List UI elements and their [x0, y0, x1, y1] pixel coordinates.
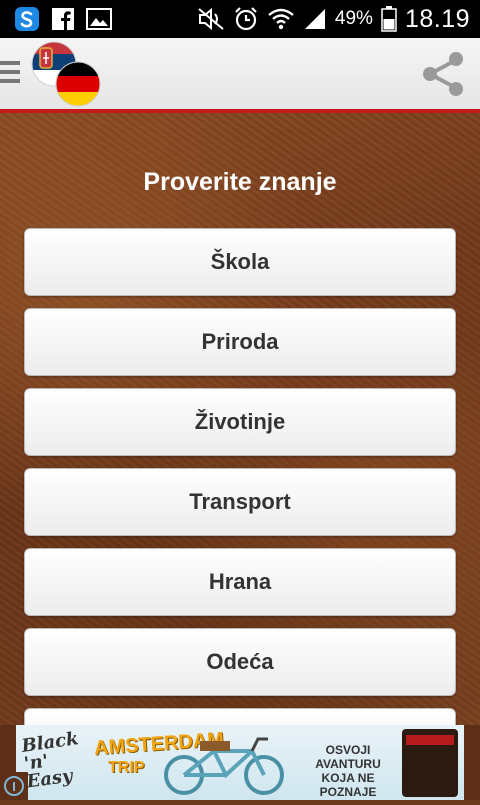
wifi-icon [267, 6, 295, 32]
product-pack-icon [402, 729, 458, 797]
page-title: Proverite znanje [143, 168, 337, 196]
ad-trip: TRIP [108, 759, 145, 776]
app-s-icon [14, 6, 40, 32]
category-button-skola[interactable]: Škola [24, 228, 456, 296]
serbia-flag-icon [31, 41, 101, 107]
category-button-odeca[interactable]: Odeća [24, 628, 456, 696]
category-list: Škola Priroda Životinje Transport Hrana … [24, 228, 456, 788]
ad-tagline: OSVOJI AVANTURU KOJA NE POZNAJE GRANICE! [315, 743, 381, 800]
language-flags-button[interactable] [28, 38, 108, 110]
category-button-priroda[interactable]: Priroda [24, 308, 456, 376]
ad-banner[interactable]: Black 'n' Easy AMSTERDAM TRIP OSVOJI AVA… [16, 725, 464, 800]
signal-icon [303, 7, 327, 31]
status-bar: 49% 18.19 [0, 0, 480, 38]
clock: 18.19 [404, 4, 470, 33]
bicycle-icon [164, 737, 284, 795]
battery-icon [381, 6, 397, 32]
category-button-zivotinje[interactable]: Životinje [24, 388, 456, 456]
alarm-icon [233, 6, 259, 32]
battery-percent: 49% [334, 8, 373, 29]
ad-brand: Black 'n' Easy [20, 728, 80, 793]
mute-icon [197, 7, 225, 31]
menu-icon[interactable] [0, 61, 20, 87]
category-button-transport[interactable]: Transport [24, 468, 456, 536]
category-button-hrana[interactable]: Hrana [24, 548, 456, 616]
share-icon[interactable] [418, 48, 470, 100]
facebook-icon [52, 8, 74, 30]
ad-info-icon[interactable] [0, 772, 28, 800]
gallery-icon [86, 8, 112, 30]
ad-side-right [464, 725, 480, 800]
